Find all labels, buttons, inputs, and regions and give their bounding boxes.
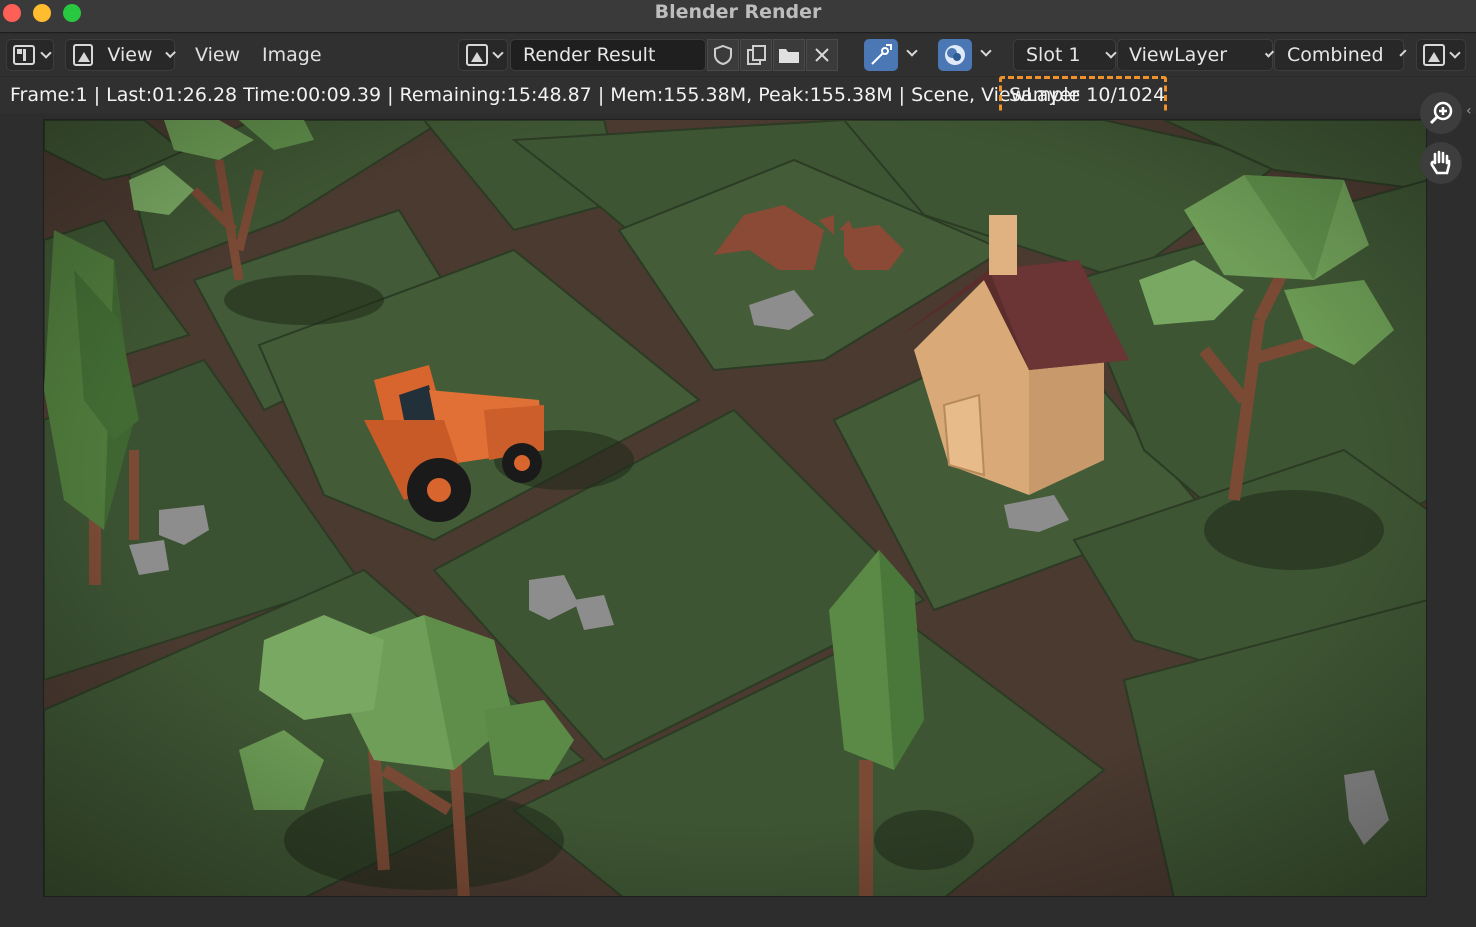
close-icon	[815, 48, 829, 62]
unlink-image-button[interactable]	[806, 39, 838, 71]
render-pass-selector[interactable]: Combined	[1274, 39, 1407, 71]
chevron-down-icon	[1264, 47, 1275, 58]
view-mode-label: View	[107, 44, 153, 66]
view-mode-selector[interactable]: View	[65, 39, 176, 71]
sample-tool-button[interactable]	[864, 39, 898, 71]
image-icon	[1423, 44, 1445, 66]
image-editor-header: View View Image Render Result Slot 1 Vie…	[0, 34, 1476, 76]
editor-type-icon	[13, 45, 35, 65]
overlay-selector[interactable]	[1416, 39, 1466, 71]
editor-type-selector[interactable]	[6, 39, 54, 71]
new-image-icon	[747, 45, 766, 65]
image-icon	[73, 44, 94, 66]
image-menu[interactable]: Image	[262, 39, 322, 71]
chevron-down-icon	[492, 46, 504, 59]
image-browse-button[interactable]	[458, 39, 508, 71]
open-image-button[interactable]	[773, 39, 805, 71]
display-channels-icon	[945, 45, 965, 65]
chevron-down-icon	[1104, 46, 1117, 59]
window-title: Blender Render	[654, 1, 822, 23]
render-result-image[interactable]	[43, 119, 1427, 897]
render-scene	[44, 120, 1426, 896]
pan-view-button[interactable]	[1420, 142, 1462, 184]
image-name-label: Render Result	[523, 44, 656, 66]
sidebar-toggle-arrow-icon[interactable]: ‹	[1466, 104, 1476, 118]
image-icon	[466, 44, 488, 66]
zoom-view-button[interactable]	[1420, 92, 1462, 134]
render-pass-label: Combined	[1287, 44, 1384, 66]
chevron-down-icon	[1449, 46, 1461, 59]
zoom-icon	[1429, 101, 1453, 125]
title-bar: Blender Render	[0, 0, 1476, 33]
open-folder-icon	[779, 49, 799, 63]
display-channels-button[interactable]	[938, 39, 972, 71]
fake-user-button[interactable]	[707, 39, 739, 71]
render-status-bar: Frame:1 | Last:01:26.28 Time:00:09.39 | …	[0, 77, 1476, 113]
image-name-field[interactable]: Render Result	[510, 39, 706, 71]
render-info-text: Frame:1 | Last:01:26.28 Time:00:09.39 | …	[10, 84, 1080, 106]
chevron-down-icon[interactable]	[906, 45, 918, 57]
chevron-down-icon	[40, 46, 52, 59]
chevron-down-icon	[164, 47, 176, 58]
fake-user-shield-icon	[714, 44, 732, 66]
slot-label: Slot 1	[1026, 44, 1081, 66]
view-menu[interactable]: View	[195, 39, 240, 71]
chevron-down-icon[interactable]	[980, 45, 992, 57]
sample-pick-icon	[871, 44, 892, 65]
new-image-button[interactable]	[740, 39, 772, 71]
slot-selector[interactable]: Slot 1	[1013, 39, 1117, 71]
view-layer-selector[interactable]: ViewLayer	[1117, 39, 1275, 71]
chevron-down-icon	[1398, 48, 1407, 57]
hand-pan-icon	[1430, 150, 1451, 175]
view-layer-label: ViewLayer	[1129, 44, 1228, 66]
